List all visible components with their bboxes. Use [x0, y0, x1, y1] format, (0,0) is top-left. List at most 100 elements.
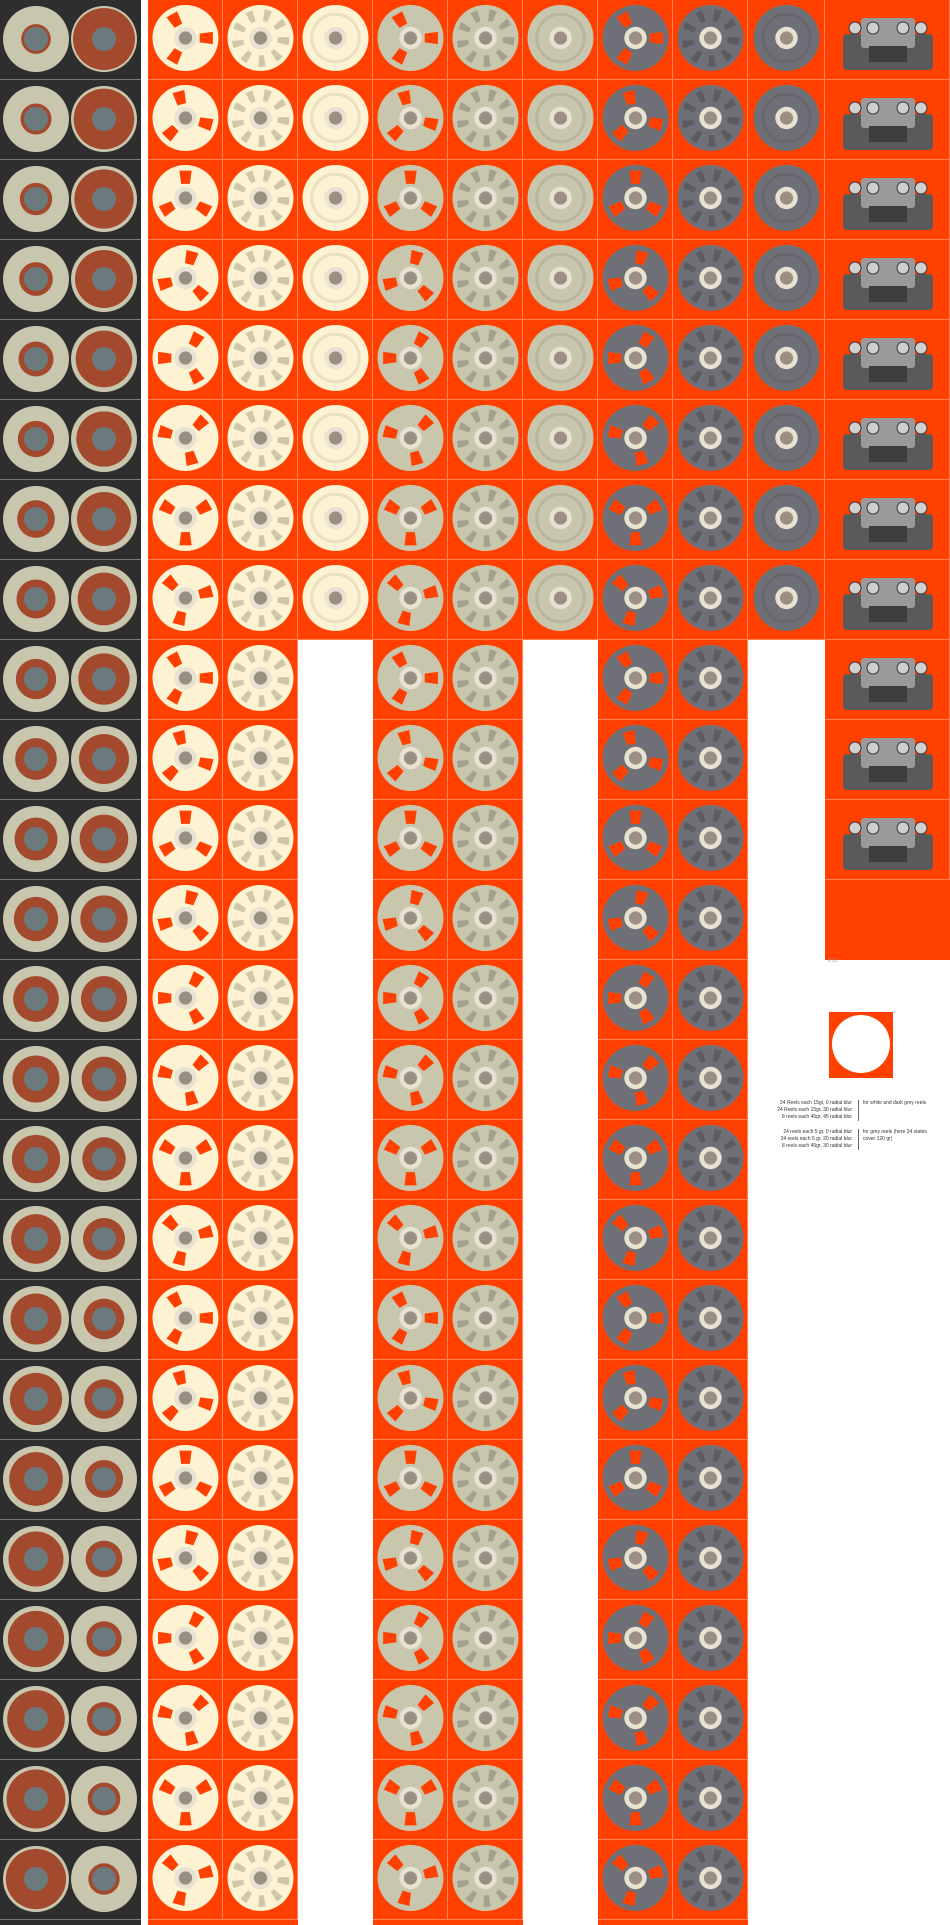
grey-spoked-reel-cell — [598, 0, 673, 80]
cream-spoked-reel-cell — [148, 1200, 223, 1280]
beige-plain-reel-cell — [523, 160, 598, 240]
grey-plain-reel-cell — [748, 320, 825, 400]
reel-spindle — [628, 351, 643, 365]
tape-hub — [92, 107, 116, 131]
cream-blur-reel-cell — [223, 880, 298, 960]
reel-spindle — [478, 191, 493, 205]
recorder-head-cell — [825, 560, 950, 640]
reel-spindle — [703, 1551, 718, 1565]
reel-spindle — [178, 991, 193, 1005]
deck-roller — [914, 501, 928, 515]
cream-blur-reel-cell — [223, 800, 298, 880]
cream-blur-reel-cell — [223, 160, 298, 240]
grey-blur-reel-cell — [673, 720, 748, 800]
reel-spindle — [553, 111, 568, 125]
beige-blur-reel-cell — [448, 1280, 523, 1360]
beige-blur-reel-cell — [448, 80, 523, 160]
beige-spoked-reel-cell — [373, 1280, 448, 1360]
tape-hub — [24, 907, 48, 931]
reel-spindle — [478, 1871, 493, 1885]
beige-spoked-reel-cell — [373, 1440, 448, 1520]
grey-spoked-reel-cell — [598, 1680, 673, 1760]
tape-hub — [92, 587, 116, 611]
grey-spoked-reel-cell — [598, 720, 673, 800]
cream-plain-reel-cell — [298, 320, 373, 400]
reel-spindle — [178, 511, 193, 525]
grey-blur-reel-cell — [673, 1120, 748, 1200]
tape-hub — [24, 1467, 48, 1491]
cream-blur-reel-cell — [223, 720, 298, 800]
grey-blur-reel-cell — [673, 1600, 748, 1680]
beige-plain-reel-cell — [523, 240, 598, 320]
beige-spoked-reel-cell — [373, 1040, 448, 1120]
reel-spindle — [478, 991, 493, 1005]
cream-spoked-reel-cell — [148, 80, 223, 160]
tape-hub — [92, 1787, 116, 1811]
reel-spindle — [703, 1711, 718, 1725]
cream-blur-reel-cell — [223, 1840, 298, 1920]
deck-roller — [914, 741, 928, 755]
reel-spindle — [403, 271, 418, 285]
reel-spindle — [628, 1871, 643, 1885]
cream-blur-reel-cell — [223, 640, 298, 720]
cream-spoked-reel-cell — [148, 880, 223, 960]
reel-spindle — [628, 271, 643, 285]
tape-hub — [92, 1467, 116, 1491]
reel-spindle — [553, 271, 568, 285]
tape-pair-cell — [0, 1840, 141, 1920]
cream-plain-reel-cell — [298, 400, 373, 480]
reel-spindle — [328, 351, 343, 365]
reel-spindle — [703, 1631, 718, 1645]
reel-spindle — [178, 911, 193, 925]
tape-hub — [92, 907, 116, 931]
tape-hub — [24, 827, 48, 851]
tape-hub — [92, 27, 116, 51]
deck-roller — [866, 661, 880, 675]
reel-spindle — [403, 1071, 418, 1085]
note-line: 24 Reels each 15gr, 0 radial blur — [780, 1100, 852, 1106]
beige-blur-reel-cell — [448, 480, 523, 560]
reel-spindle — [403, 1311, 418, 1325]
tape-hub — [92, 507, 116, 531]
reel-spindle — [478, 1311, 493, 1325]
reel-spindle — [779, 511, 794, 525]
cream-blur-reel-cell — [223, 400, 298, 480]
tape-hub — [92, 1387, 116, 1411]
deck-roller — [848, 101, 862, 115]
deck-roller — [866, 181, 880, 195]
reel-spindle — [403, 831, 418, 845]
deck-roller — [848, 501, 862, 515]
grey-blur-reel-cell — [673, 1360, 748, 1440]
reel-spindle — [553, 191, 568, 205]
reel-spindle — [628, 1071, 643, 1085]
reel-spindle — [628, 751, 643, 765]
sheet-divider — [141, 0, 147, 1925]
deck-roller — [896, 741, 910, 755]
tape-pair-cell — [0, 1600, 141, 1680]
cream-spoked-reel-cell — [148, 0, 223, 80]
beige-spoked-reel-cell — [373, 240, 448, 320]
recorder-head-cell — [825, 0, 950, 80]
recorder-head-cell — [825, 240, 950, 320]
grey-blur-reel-cell — [673, 560, 748, 640]
tape-pair-cell — [0, 1520, 141, 1600]
cream-spoked-reel-cell — [148, 400, 223, 480]
tape-hub — [92, 267, 116, 291]
cream-spoked-reel-cell — [148, 1680, 223, 1760]
grey-blur-reel-cell — [673, 1200, 748, 1280]
reel-window — [629, 1172, 642, 1186]
grey-spoked-reel-cell — [598, 880, 673, 960]
reel-spindle — [478, 1551, 493, 1565]
grey-spoked-reel-cell — [598, 1120, 673, 1200]
beige-plain-reel-cell — [523, 320, 598, 400]
reel-spindle — [628, 911, 643, 925]
reel-spindle — [703, 911, 718, 925]
grey-blur-reel-cell — [673, 1440, 748, 1520]
deck-grille — [869, 606, 907, 622]
reel-spindle — [703, 671, 718, 685]
tape-hub — [24, 187, 48, 211]
reel-spindle — [253, 831, 268, 845]
deck-roller — [896, 661, 910, 675]
tape-hub — [24, 1627, 48, 1651]
deck-roller — [914, 661, 928, 675]
